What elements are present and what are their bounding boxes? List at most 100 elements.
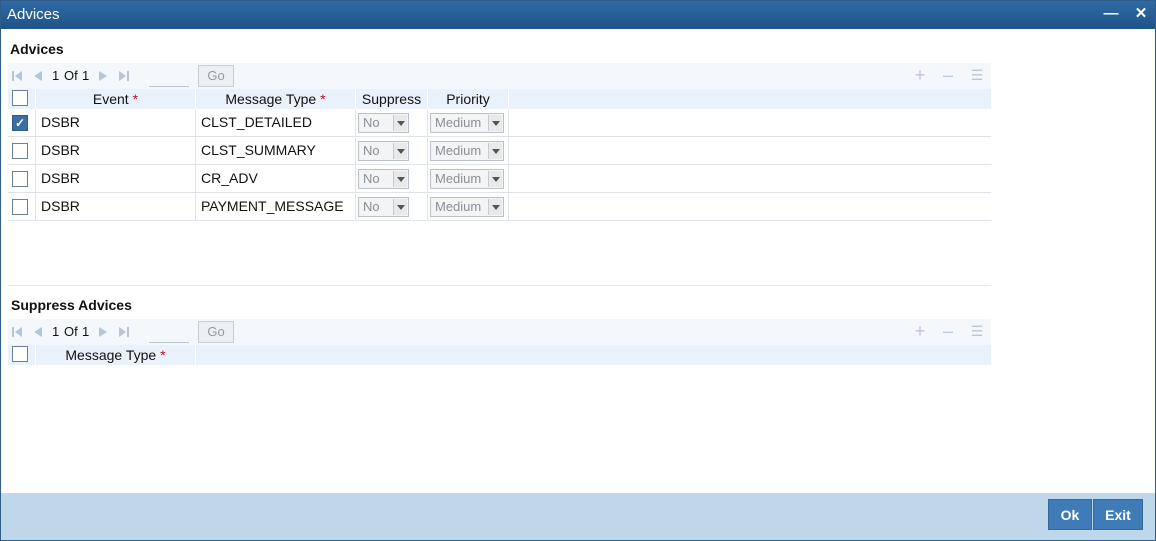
- add-row-icon[interactable]: +: [912, 66, 928, 84]
- chevron-down-icon: [488, 171, 502, 187]
- table-row[interactable]: DSBR CLST_SUMMARY No Medium: [8, 137, 991, 165]
- suppress-select[interactable]: No: [358, 113, 409, 133]
- priority-cell: Medium: [428, 165, 509, 193]
- window-title: Advices: [7, 6, 60, 23]
- advices-grid-header: Event * Message Type * Suppress Priority: [8, 89, 991, 109]
- event-header-label: Event: [92, 91, 129, 107]
- suppress-value: No: [363, 115, 380, 130]
- table-row[interactable]: DSBR PAYMENT_MESSAGE No Medium: [8, 193, 991, 221]
- chevron-down-icon: [488, 199, 502, 215]
- advices-go-button[interactable]: Go: [198, 65, 234, 87]
- chevron-down-icon: [393, 143, 407, 159]
- delete-row-icon[interactable]: –: [940, 322, 956, 340]
- close-icon[interactable]: ✕: [1130, 3, 1152, 25]
- row-checkbox[interactable]: [12, 143, 28, 159]
- event-cell[interactable]: DSBR: [36, 193, 196, 221]
- suppress-advices-toolbar: 1 Of 1 Go + – ☰: [8, 319, 991, 345]
- exit-button[interactable]: Exit: [1093, 499, 1143, 530]
- prev-page-icon[interactable]: [32, 69, 44, 83]
- select-all-checkbox[interactable]: [12, 346, 28, 362]
- message-type-header-label: Message Type: [65, 347, 157, 363]
- column-header-message-type[interactable]: Message Type *: [36, 345, 196, 365]
- advices-toolbar: 1 Of 1 Go + – ☰: [8, 63, 991, 89]
- row-select-cell: [8, 193, 36, 221]
- row-select-cell: [8, 165, 36, 193]
- suppress-cell: No: [356, 109, 428, 137]
- required-marker: *: [320, 91, 326, 107]
- suppress-select[interactable]: No: [358, 197, 409, 217]
- table-row[interactable]: ✓ DSBR CLST_DETAILED No Medium: [8, 109, 991, 137]
- suppress-select[interactable]: No: [358, 141, 409, 161]
- suppress-of-label: Of: [64, 324, 78, 339]
- single-view-icon[interactable]: ☰: [969, 323, 985, 339]
- chevron-down-icon: [393, 171, 407, 187]
- row-checkbox[interactable]: [12, 171, 28, 187]
- chevron-down-icon: [393, 199, 407, 215]
- priority-select[interactable]: Medium: [430, 197, 504, 217]
- delete-row-icon[interactable]: –: [940, 66, 956, 84]
- advices-page-input[interactable]: [149, 67, 189, 87]
- last-page-icon[interactable]: [118, 325, 130, 339]
- first-page-icon[interactable]: [11, 325, 23, 339]
- priority-value: Medium: [435, 199, 482, 214]
- suppress-page-input[interactable]: [149, 323, 189, 343]
- suppress-current-page: 1: [52, 324, 60, 339]
- suppress-cell: No: [356, 165, 428, 193]
- priority-cell: Medium: [428, 137, 509, 165]
- priority-select[interactable]: Medium: [430, 141, 504, 161]
- priority-cell: Medium: [428, 109, 509, 137]
- message-type-cell[interactable]: PAYMENT_MESSAGE: [196, 193, 356, 221]
- footer-bar: Ok Exit: [1, 493, 1155, 540]
- chevron-down-icon: [488, 143, 502, 159]
- message-type-cell[interactable]: CLST_SUMMARY: [196, 137, 356, 165]
- advices-section-title: Advices: [10, 41, 64, 57]
- table-row[interactable]: DSBR CR_ADV No Medium: [8, 165, 991, 193]
- suppress-header-label: Suppress: [361, 91, 422, 107]
- suppress-cell: No: [356, 193, 428, 221]
- required-marker: *: [132, 91, 139, 107]
- column-header-event[interactable]: Event *: [36, 89, 196, 109]
- suppress-go-button[interactable]: Go: [198, 321, 234, 343]
- message-type-cell[interactable]: CLST_DETAILED: [196, 109, 356, 137]
- suppress-cell: No: [356, 137, 428, 165]
- select-all-checkbox[interactable]: [12, 90, 28, 106]
- row-checkbox[interactable]: ✓: [12, 115, 28, 131]
- suppress-value: No: [363, 171, 380, 186]
- select-all-cell: [8, 89, 36, 109]
- event-cell[interactable]: DSBR: [36, 109, 196, 137]
- select-all-cell: [8, 345, 36, 365]
- priority-select[interactable]: Medium: [430, 113, 504, 133]
- column-header-suppress[interactable]: Suppress: [356, 89, 428, 109]
- message-type-header-label: Message Type: [225, 91, 317, 107]
- suppress-value: No: [363, 199, 380, 214]
- section-divider: [8, 285, 991, 286]
- priority-value: Medium: [435, 171, 482, 186]
- event-cell[interactable]: DSBR: [36, 137, 196, 165]
- priority-select[interactable]: Medium: [430, 169, 504, 189]
- suppress-advices-section-title: Suppress Advices: [11, 297, 132, 313]
- advices-of-label: Of: [64, 68, 78, 83]
- prev-page-icon[interactable]: [32, 325, 44, 339]
- suppress-value: No: [363, 143, 380, 158]
- suppress-advices-grid-header: Message Type *: [8, 345, 991, 365]
- minimize-icon[interactable]: —: [1100, 3, 1122, 25]
- column-header-message-type[interactable]: Message Type *: [196, 89, 356, 109]
- chevron-down-icon: [393, 115, 407, 131]
- priority-cell: Medium: [428, 193, 509, 221]
- message-type-cell[interactable]: CR_ADV: [196, 165, 356, 193]
- single-view-icon[interactable]: ☰: [969, 67, 985, 83]
- next-page-icon[interactable]: [97, 325, 109, 339]
- add-row-icon[interactable]: +: [912, 322, 928, 340]
- title-bar: Advices — ✕: [1, 1, 1155, 29]
- suppress-select[interactable]: No: [358, 169, 409, 189]
- event-cell[interactable]: DSBR: [36, 165, 196, 193]
- advices-current-page: 1: [52, 68, 60, 83]
- row-select-cell: [8, 137, 36, 165]
- priority-value: Medium: [435, 143, 482, 158]
- row-checkbox[interactable]: [12, 199, 28, 215]
- ok-button[interactable]: Ok: [1048, 499, 1092, 530]
- column-header-priority[interactable]: Priority: [428, 89, 509, 109]
- last-page-icon[interactable]: [118, 69, 130, 83]
- next-page-icon[interactable]: [97, 69, 109, 83]
- first-page-icon[interactable]: [11, 69, 23, 83]
